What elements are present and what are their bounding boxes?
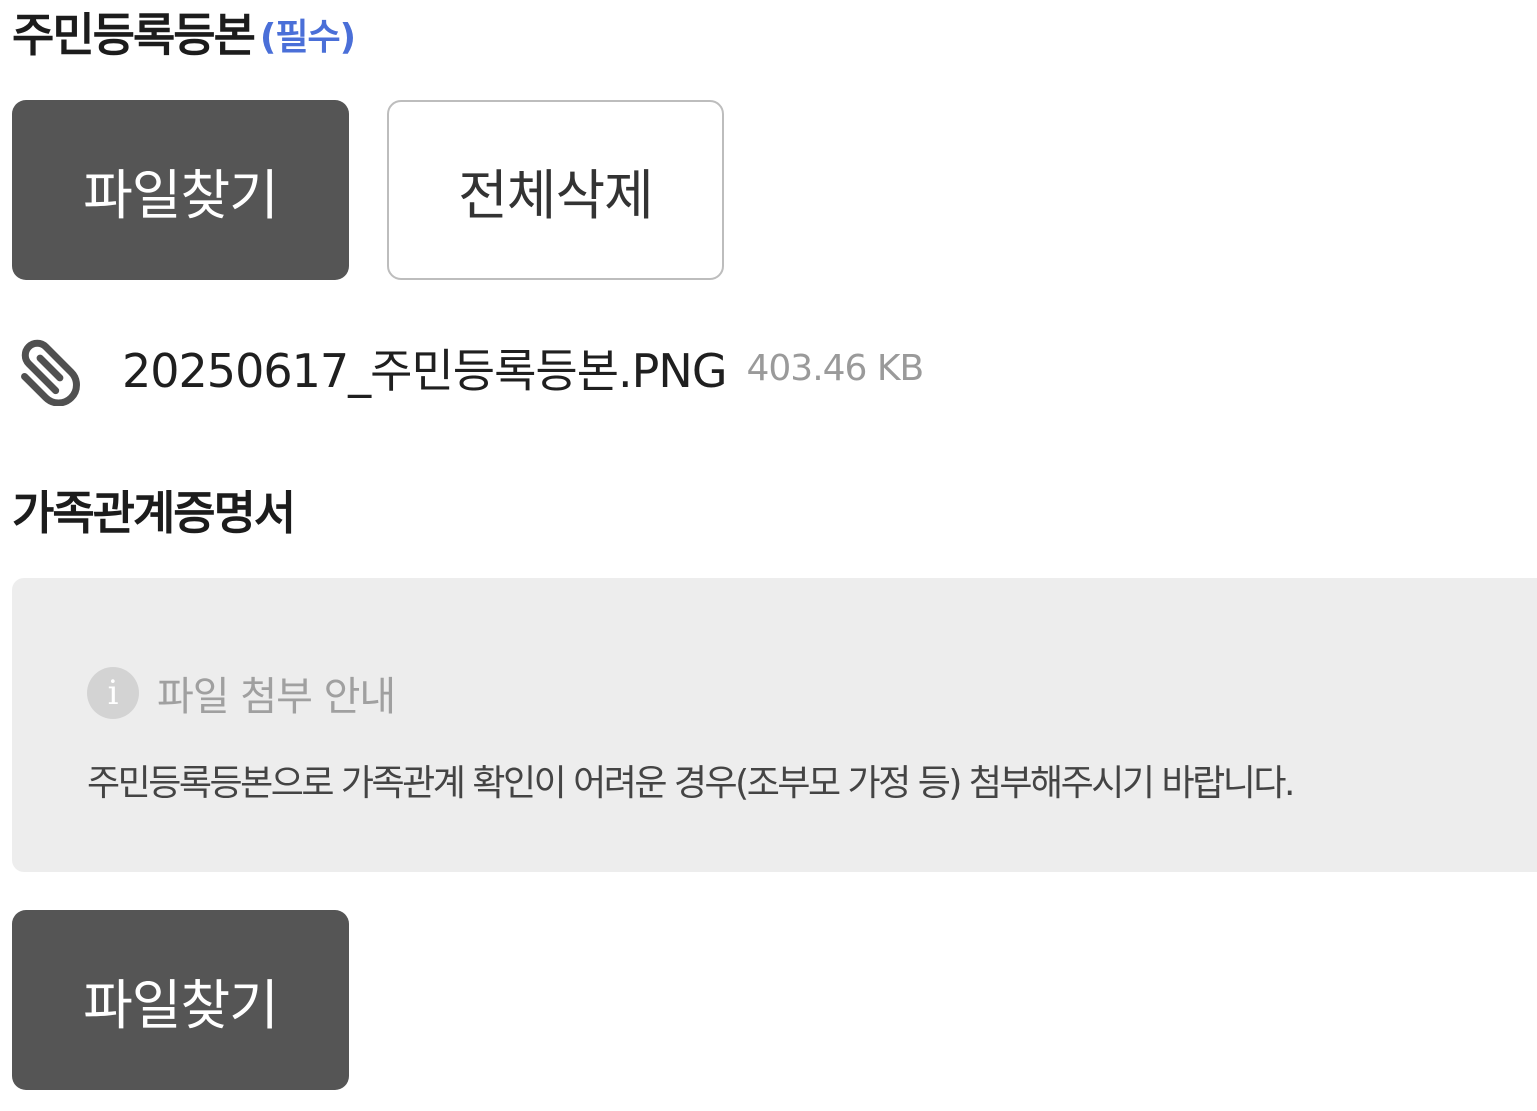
notice-text: 주민등록등본으로 가족관계 확인이 어려운 경우(조부모 가정 등) 첨부해주시… bbox=[87, 763, 1295, 804]
paperclip-icon bbox=[12, 330, 88, 407]
attached-file-item: 20250617_주민등록등본.PNG 403.46 KB bbox=[12, 330, 924, 407]
required-label: (필수) bbox=[259, 17, 356, 58]
find-file-button[interactable]: 파일찾기 bbox=[12, 100, 349, 280]
delete-all-button[interactable]: 전체삭제 bbox=[387, 100, 724, 280]
family-find-file-button[interactable]: 파일찾기 bbox=[12, 910, 349, 1090]
notice-title: 파일 첨부 안내 bbox=[157, 674, 396, 720]
attachment-notice-box: i 파일 첨부 안내 주민등록등본으로 가족관계 확인이 어려운 경우(조부모 … bbox=[12, 578, 1537, 872]
resident-registration-title-text: 주민등록등본 bbox=[12, 8, 256, 62]
family-relation-title: 가족관계증명서 bbox=[12, 486, 296, 540]
attached-file-size: 403.46 KB bbox=[746, 347, 924, 389]
page: 주민등록등본 (필수) 파일찾기 전체삭제 20250617_주민등록등본.PNG… bbox=[0, 0, 1537, 1111]
resident-registration-title: 주민등록등본 (필수) bbox=[12, 12, 356, 58]
info-icon: i bbox=[87, 667, 139, 719]
notice-header: i 파일 첨부 안내 bbox=[87, 664, 396, 722]
attached-file-name[interactable]: 20250617_주민등록등본.PNG bbox=[122, 335, 727, 401]
